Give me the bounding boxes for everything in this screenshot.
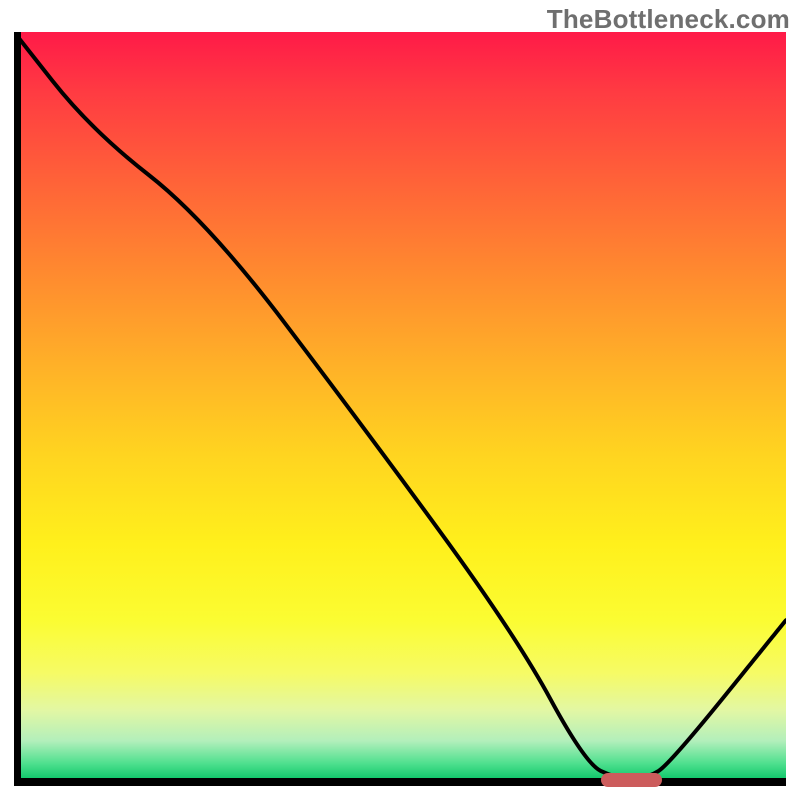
chart-container: TheBottleneck.com	[0, 0, 800, 800]
watermark-text: TheBottleneck.com	[547, 4, 790, 35]
plot-frame	[14, 32, 786, 786]
gradient-background	[14, 32, 786, 786]
optimal-range-marker	[601, 773, 663, 787]
